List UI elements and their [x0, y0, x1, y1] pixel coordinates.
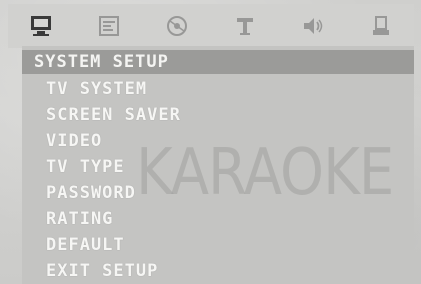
monitor-icon[interactable] [28, 13, 54, 39]
audio-speaker-icon[interactable] [300, 13, 326, 39]
menu-item-video[interactable]: VIDEO [46, 128, 181, 154]
menu-item-tv-type[interactable]: TV TYPE [46, 154, 181, 180]
menu-item-password[interactable]: PASSWORD [46, 180, 181, 206]
preference-icon[interactable] [368, 13, 394, 39]
menu-item-rating[interactable]: RATING [46, 206, 181, 232]
setup-menu: TV SYSTEM SCREEN SAVER VIDEO TV TYPE PAS… [46, 76, 181, 284]
menu-item-exit-setup[interactable]: EXIT SETUP [46, 258, 181, 284]
menu-item-default[interactable]: DEFAULT [46, 232, 181, 258]
menu-item-screen-saver[interactable]: SCREEN SAVER [46, 102, 181, 128]
speaker-brand-icon[interactable] [232, 13, 258, 39]
settings-panel-icon[interactable] [96, 13, 122, 39]
menu-item-tv-system[interactable]: TV SYSTEM [46, 76, 181, 102]
page-title: SYSTEM SETUP [34, 52, 169, 72]
disc-icon[interactable] [164, 13, 190, 39]
osd-screen: SYSTEM SETUP KARAOKE TV SYSTEM SCREEN SA… [0, 0, 421, 284]
setup-icon-bar [8, 4, 414, 48]
